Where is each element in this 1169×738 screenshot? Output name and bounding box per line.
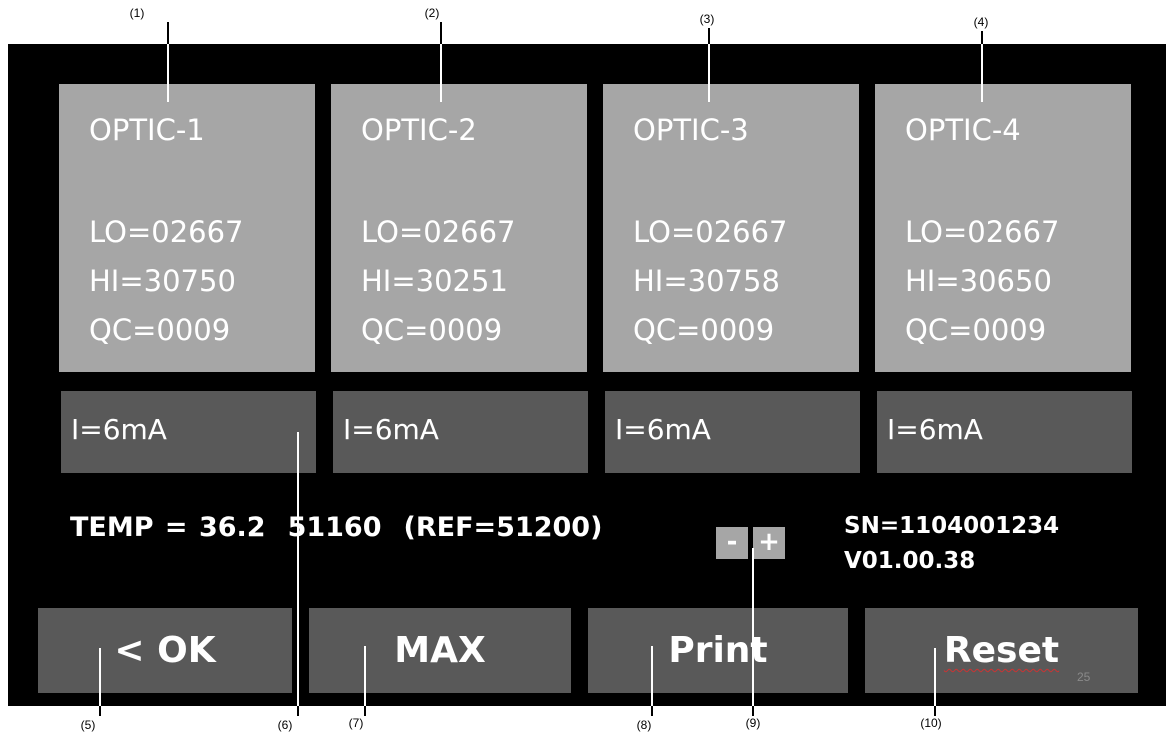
- optic-lo-value: LO=02667: [361, 215, 516, 249]
- serial-number: SN=1104001234: [844, 513, 1060, 539]
- callout-label-10: (10): [920, 716, 942, 730]
- callout-leader-1-inner: [167, 44, 169, 102]
- temperature-readout: TEMP = 36.2: [70, 512, 266, 543]
- increment-button[interactable]: +: [753, 527, 785, 559]
- optic-tile-3[interactable]: OPTIC-3 LO=02667 HI=30758 QC=0009: [603, 84, 859, 372]
- callout-leader-10-ext: [934, 706, 936, 716]
- sensor-reading: 51160: [287, 512, 382, 543]
- callout-leader-4: [981, 31, 983, 44]
- optic-tile-4[interactable]: OPTIC-4 LO=02667 HI=30650 QC=0009: [875, 84, 1131, 372]
- max-button[interactable]: MAX: [309, 608, 571, 693]
- callout-label-9: (9): [745, 716, 761, 730]
- optic-lo-value: LO=02667: [905, 215, 1060, 249]
- optic-tile-1[interactable]: OPTIC-1 LO=02667 HI=30750 QC=0009: [59, 84, 315, 372]
- decrement-button[interactable]: -: [716, 527, 748, 559]
- callout-leader-3: [708, 28, 710, 44]
- callout-label-3: (3): [699, 12, 715, 26]
- reset-button-label: Reset: [943, 630, 1060, 671]
- ok-button-label: < OK: [114, 630, 216, 671]
- callout-leader-3-inner: [708, 44, 710, 102]
- print-button[interactable]: Print: [588, 608, 848, 693]
- callout-leader-7: [364, 646, 366, 706]
- optic-qc-value: QC=0009: [633, 313, 775, 347]
- callout-leader-9-ext: [752, 706, 754, 716]
- callout-label-6: (6): [277, 718, 293, 732]
- callout-label-1: (1): [129, 6, 145, 20]
- optic-current-3[interactable]: I=6mA: [605, 391, 860, 473]
- optic-qc-value: QC=0009: [89, 313, 231, 347]
- page-number: 25: [1077, 670, 1091, 684]
- reference-value: (REF=51200): [403, 512, 603, 543]
- ok-button[interactable]: < OK: [38, 608, 292, 693]
- optic-current-1[interactable]: I=6mA: [61, 391, 316, 473]
- callout-leader-8: [651, 646, 653, 706]
- callout-label-4: (4): [973, 15, 989, 29]
- reset-button[interactable]: Reset: [865, 608, 1138, 693]
- callout-label-2: (2): [424, 6, 440, 20]
- device-info: SN=1104001234 V01.00.38: [844, 509, 1059, 579]
- optic-name: OPTIC-1: [89, 113, 205, 147]
- optic-qc-value: QC=0009: [905, 313, 1047, 347]
- optic-lo-value: LO=02667: [633, 215, 788, 249]
- callout-leader-4-inner: [981, 44, 983, 102]
- callout-leader-6-ext: [297, 706, 299, 716]
- callout-leader-2-inner: [440, 44, 442, 102]
- callout-label-8: (8): [636, 718, 652, 732]
- callout-leader-6: [297, 432, 299, 706]
- optic-lo-value: LO=02667: [89, 215, 244, 249]
- optic-name: OPTIC-4: [905, 113, 1021, 147]
- firmware-version: V01.00.38: [844, 548, 976, 574]
- optic-hi-value: HI=30251: [361, 264, 508, 298]
- optic-current-2[interactable]: I=6mA: [333, 391, 588, 473]
- optic-name: OPTIC-3: [633, 113, 749, 147]
- optic-name: OPTIC-2: [361, 113, 477, 147]
- callout-leader-8-ext: [651, 706, 653, 716]
- callout-label-7: (7): [348, 716, 364, 730]
- optic-tile-2[interactable]: OPTIC-2 LO=02667 HI=30251 QC=0009: [331, 84, 587, 372]
- callout-leader-5: [99, 648, 101, 706]
- optic-hi-value: HI=30758: [633, 264, 780, 298]
- max-button-label: MAX: [394, 630, 486, 671]
- optic-current-4[interactable]: I=6mA: [877, 391, 1132, 473]
- callout-label-5: (5): [80, 718, 96, 732]
- callout-leader-7-ext: [364, 706, 366, 716]
- callout-leader-5-ext: [99, 706, 101, 716]
- callout-leader-9: [752, 548, 754, 706]
- optic-hi-value: HI=30650: [905, 264, 1052, 298]
- status-line: TEMP = 36.2 51160 (REF=51200): [70, 512, 624, 543]
- callout-leader-2: [440, 22, 442, 44]
- callout-leader-10: [934, 648, 936, 706]
- optic-qc-value: QC=0009: [361, 313, 503, 347]
- optic-hi-value: HI=30750: [89, 264, 236, 298]
